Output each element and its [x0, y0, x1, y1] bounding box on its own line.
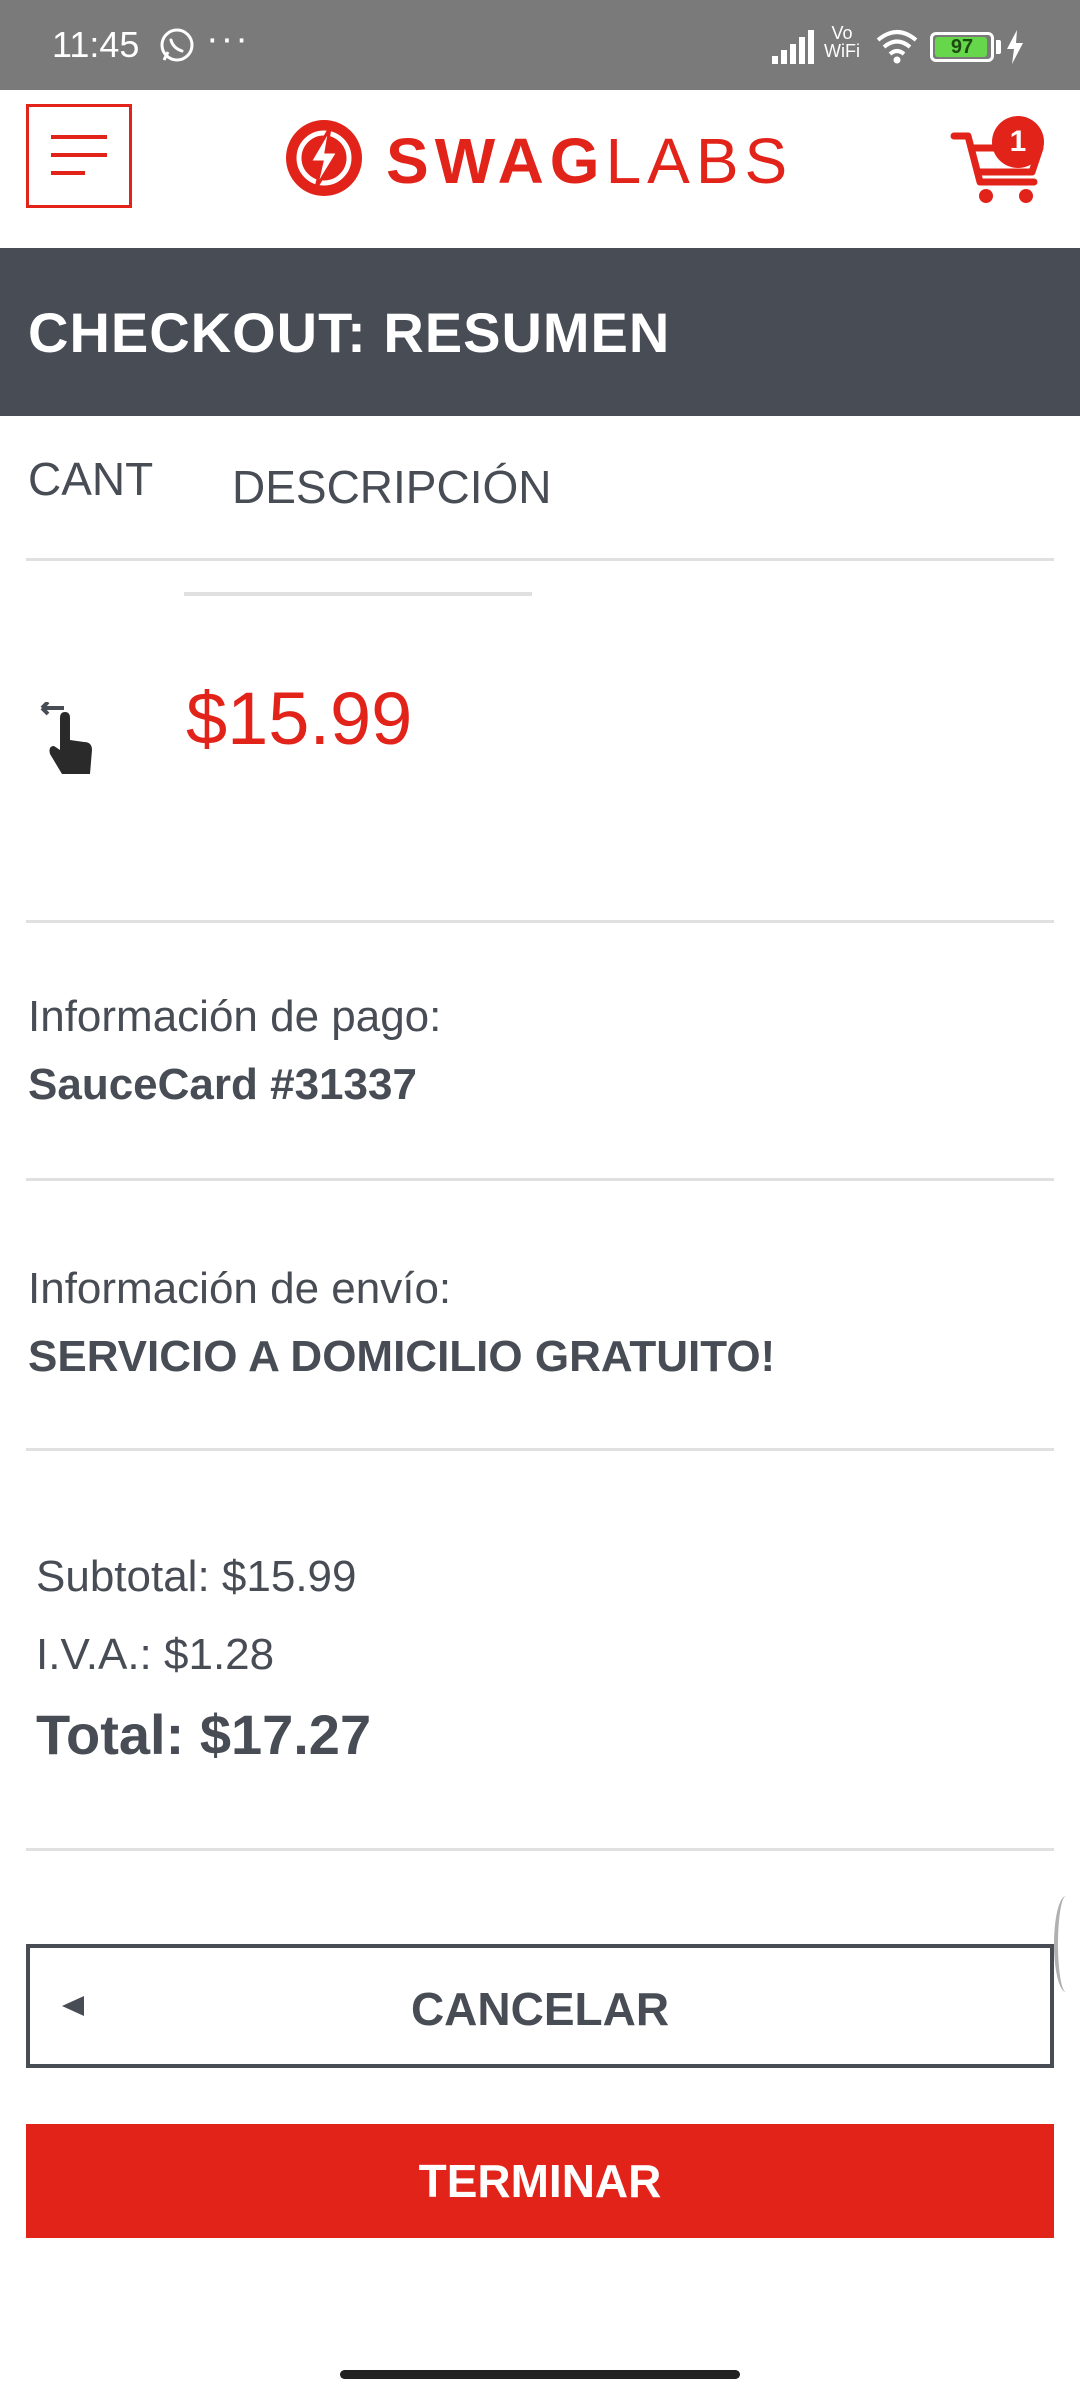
battery-tip — [996, 40, 1001, 54]
cart-badge[interactable]: 1 — [992, 116, 1044, 168]
menu-button[interactable] — [26, 104, 132, 208]
signal-icon — [772, 30, 814, 64]
column-header-description: DESCRIPCIÓN — [232, 461, 552, 513]
logo-text-bold: SWAG — [386, 125, 606, 197]
whatsapp-icon — [160, 28, 194, 62]
divider — [26, 558, 1054, 561]
menu-icon — [51, 135, 107, 175]
cancel-button[interactable]: CANCELAR — [26, 1944, 1054, 2068]
divider — [26, 920, 1054, 923]
vowifi-bottom: WiFi — [824, 41, 860, 61]
battery-icon: 97 — [930, 32, 994, 62]
logo-text-light: LABS — [605, 125, 794, 197]
swag-labs-logo: SWAGLABS — [280, 114, 800, 204]
status-bar: 11:45 ··· Vo WiFi 97 — [0, 0, 1080, 90]
battery-level: 97 — [950, 36, 974, 58]
vowifi-top: Vo — [831, 23, 853, 43]
logo-text: SWAGLABS — [386, 124, 793, 198]
payment-info-label: Información de pago: — [28, 992, 442, 1041]
page-title-bar: CHECKOUT: RESUMEN — [0, 248, 1080, 416]
finish-button-label: TERMINAR — [418, 2155, 662, 2207]
charging-icon — [1007, 30, 1023, 64]
finish-button[interactable]: TERMINAR — [26, 2124, 1054, 2238]
divider — [26, 1848, 1054, 1851]
divider — [26, 1178, 1054, 1181]
shipping-info-value: SERVICIO A DOMICILIO GRATUITO! — [28, 1332, 776, 1381]
drag-hand-icon — [40, 702, 92, 774]
side-edge-handle[interactable] — [1054, 1896, 1078, 1992]
payment-info-value: SauceCard #31337 — [28, 1060, 417, 1109]
subtotal-label: Subtotal: $15.99 — [36, 1552, 357, 1601]
column-header-quantity: CANT — [28, 453, 154, 505]
bolt-logo-icon — [286, 120, 362, 196]
divider — [26, 1448, 1054, 1451]
item-price: $15.99 — [186, 677, 413, 760]
status-time: 11:45 — [52, 24, 140, 65]
cancel-button-label: CANCELAR — [410, 1983, 670, 2035]
tax-label: I.V.A.: $1.28 — [36, 1630, 275, 1679]
status-more-icon: ··· — [206, 18, 250, 60]
page-title: CHECKOUT: RESUMEN — [28, 301, 671, 364]
vowifi-indicator: Vo WiFi — [824, 24, 860, 60]
total-label: Total: $17.27 — [36, 1703, 372, 1766]
wifi-icon — [876, 30, 918, 64]
app-header: SWAGLABS 1 — [0, 90, 1080, 248]
item-divider — [184, 592, 532, 596]
shipping-info-label: Información de envío: — [28, 1264, 452, 1313]
home-indicator[interactable] — [340, 2370, 740, 2379]
